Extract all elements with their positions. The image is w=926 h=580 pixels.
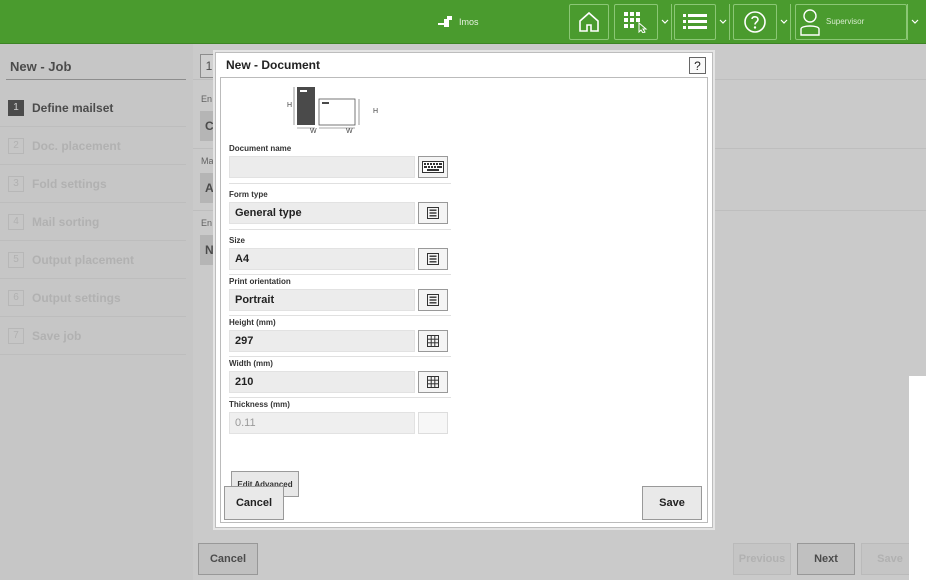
keyboard-button[interactable]	[418, 156, 448, 178]
width-label: W	[346, 128, 353, 135]
keyboard-icon	[422, 161, 444, 173]
print-orientation-field[interactable]: Portrait	[229, 289, 415, 311]
thickness-mm-label: Thickness (mm)	[229, 400, 290, 409]
form-type-label: Form type	[229, 190, 268, 199]
height-mm-label: Height (mm)	[229, 318, 276, 327]
apps-icon	[624, 12, 648, 33]
chevron-down-icon	[780, 19, 787, 24]
chevron-down-icon	[911, 19, 918, 24]
dialog-save-button[interactable]: Save	[642, 486, 702, 520]
list-button[interactable]	[674, 4, 716, 40]
top-bar: Imos Supervisor	[0, 0, 926, 44]
divider	[229, 397, 451, 398]
height-field[interactable]: 297	[229, 330, 415, 352]
size-field[interactable]: A4	[229, 248, 415, 270]
width-label: W	[310, 128, 317, 135]
brand-name: Imos	[459, 17, 479, 27]
list-icon	[427, 294, 439, 306]
list-icon	[427, 207, 439, 219]
height-label: H	[287, 102, 293, 109]
background-strip	[909, 376, 926, 580]
list-dropdown[interactable]	[716, 4, 730, 40]
keypad-icon	[427, 376, 439, 388]
width-keypad-button[interactable]	[418, 371, 448, 393]
print-orientation-list-button[interactable]	[418, 289, 448, 311]
chevron-down-icon	[719, 19, 726, 24]
size-label: Size	[229, 236, 246, 245]
help-dropdown[interactable]	[777, 4, 791, 40]
divider	[229, 356, 451, 357]
user-name: Supervisor	[826, 17, 865, 26]
form-type-field[interactable]: General type	[229, 202, 415, 224]
help-button[interactable]: ?	[689, 57, 706, 74]
keypad-icon	[427, 335, 439, 347]
width-field[interactable]: 210	[229, 371, 415, 393]
portrait-document-icon	[293, 87, 315, 129]
size-list-button[interactable]	[418, 248, 448, 270]
user-dropdown[interactable]	[907, 4, 921, 40]
home-icon	[579, 11, 599, 32]
user-icon	[800, 9, 820, 36]
apps-dropdown[interactable]	[658, 4, 672, 40]
list-icon	[427, 253, 439, 265]
thickness-keypad-button	[418, 412, 448, 434]
dialog-body: H W W H Document name Form type General …	[220, 77, 708, 523]
brand: Imos	[437, 16, 479, 28]
document-orientation-diagram	[293, 87, 360, 129]
chevron-down-icon	[661, 19, 668, 24]
help-button[interactable]	[733, 4, 777, 40]
divider	[229, 274, 451, 275]
document-name-label: Document name	[229, 144, 292, 153]
divider	[229, 229, 451, 230]
brand-logo-icon	[438, 16, 452, 27]
form-type-list-button[interactable]	[418, 202, 448, 224]
help-icon	[744, 11, 766, 33]
landscape-document-icon	[318, 98, 360, 129]
apps-button[interactable]	[614, 4, 658, 40]
print-orientation-label: Print orientation	[229, 277, 291, 286]
height-label: H	[373, 108, 379, 115]
height-keypad-button[interactable]	[418, 330, 448, 352]
divider	[229, 183, 451, 184]
dialog-title: New - Document	[226, 58, 321, 72]
home-button[interactable]	[569, 4, 609, 40]
divider	[229, 315, 451, 316]
thickness-field: 0.11	[229, 412, 415, 434]
document-name-field[interactable]	[229, 156, 415, 178]
dialog-cancel-button[interactable]: Cancel	[224, 486, 284, 520]
width-mm-label: Width (mm)	[229, 359, 273, 368]
list-icon	[683, 14, 707, 29]
new-document-dialog: New - Document ? H W W H Document name F…	[215, 52, 713, 528]
